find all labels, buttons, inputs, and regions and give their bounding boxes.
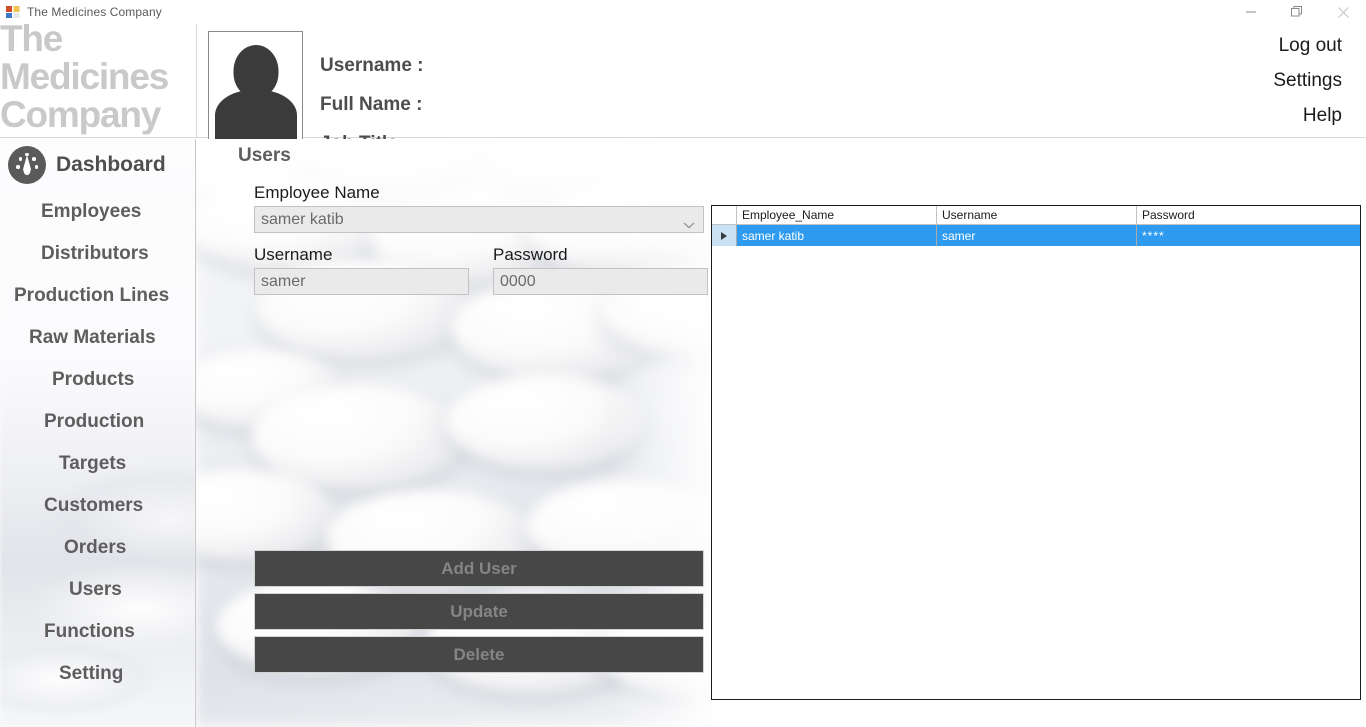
grid-header-row: Employee_Name Username Password xyxy=(712,206,1360,225)
sidebar-item-label: Targets xyxy=(59,453,127,474)
row-caret-icon xyxy=(721,231,727,240)
user-silhouette-icon xyxy=(214,41,298,145)
username-field-label: Username xyxy=(254,245,333,264)
sidebar-item-label: Production xyxy=(44,411,145,432)
sidebar-item-targets[interactable]: Targets xyxy=(0,443,196,485)
page-title: Users xyxy=(238,145,291,166)
cell-password[interactable]: **** xyxy=(1137,225,1360,246)
logout-link[interactable]: Log out xyxy=(1273,28,1342,63)
header-divider xyxy=(196,24,197,138)
sidebar-item-orders[interactable]: Orders xyxy=(0,527,196,569)
users-data-grid[interactable]: Employee_Name Username Password samer ka… xyxy=(711,205,1361,700)
update-button[interactable]: Update xyxy=(254,593,704,630)
sidebar-item-label: Customers xyxy=(44,495,144,516)
password-input[interactable]: 0000 xyxy=(493,268,708,295)
title-bar: The Medicines Company xyxy=(0,0,1366,24)
logo-line-3: Company xyxy=(0,94,161,135)
grid-header-selector xyxy=(712,206,737,224)
main-content: Users Employee Name samer katib Username… xyxy=(196,139,1366,727)
cell-username[interactable]: samer xyxy=(937,225,1137,246)
header-links: Log out Settings Help xyxy=(1273,28,1342,133)
settings-link[interactable]: Settings xyxy=(1273,63,1342,98)
sidebar-item-label: Dashboard xyxy=(56,153,166,176)
sidebar-item-products[interactable]: Products xyxy=(0,359,196,401)
sidebar-item-raw-materials[interactable]: Raw Materials xyxy=(0,317,196,359)
sidebar-item-label: Production Lines xyxy=(14,285,170,306)
chevron-down-icon xyxy=(683,216,695,228)
sidebar-nav: Dashboard Employees Distributors Product… xyxy=(0,139,196,695)
employee-name-select[interactable]: samer katib xyxy=(254,206,704,233)
sidebar-item-label: Functions xyxy=(44,621,135,642)
logo-line-2: Medicines xyxy=(0,56,169,97)
sidebar-item-users[interactable]: Users xyxy=(0,569,196,611)
sidebar-item-label: Distributors xyxy=(41,243,149,264)
password-value: 0000 xyxy=(500,272,536,290)
window-title: The Medicines Company xyxy=(27,5,162,19)
username-label: Username : xyxy=(320,55,424,76)
username-input[interactable]: samer xyxy=(254,268,469,295)
sidebar-item-label: Raw Materials xyxy=(29,327,156,348)
employee-name-value: samer katib xyxy=(261,210,344,228)
cell-employee-name[interactable]: samer katib xyxy=(737,225,937,246)
sidebar-item-customers[interactable]: Customers xyxy=(0,485,196,527)
grid-header-password[interactable]: Password xyxy=(1137,206,1360,224)
table-row[interactable]: samer katib samer **** xyxy=(712,225,1360,246)
header-band: The Medicines Company Username : Full Na… xyxy=(0,20,1366,154)
sidebar-item-label: Orders xyxy=(64,537,127,558)
gauge-icon xyxy=(8,146,46,184)
sidebar-item-label: Setting xyxy=(59,663,124,684)
sidebar-item-label: Products xyxy=(52,369,135,390)
grid-header-username[interactable]: Username xyxy=(937,206,1137,224)
sidebar-item-production-lines[interactable]: Production Lines xyxy=(0,275,196,317)
sidebar: Dashboard Employees Distributors Product… xyxy=(0,139,196,727)
sidebar-item-employees[interactable]: Employees xyxy=(0,191,196,233)
sidebar-item-functions[interactable]: Functions xyxy=(0,611,196,653)
username-value: samer xyxy=(261,272,306,290)
sidebar-item-distributors[interactable]: Distributors xyxy=(0,233,196,275)
grid-header-employee-name[interactable]: Employee_Name xyxy=(737,206,937,224)
minimize-button[interactable] xyxy=(1228,0,1274,24)
company-logo: The Medicines Company xyxy=(0,20,196,134)
application-window: The Medicines Company The Medicines Comp… xyxy=(0,0,1366,727)
close-button[interactable] xyxy=(1320,0,1366,24)
sidebar-item-setting[interactable]: Setting xyxy=(0,653,196,695)
sidebar-item-dashboard[interactable]: Dashboard xyxy=(0,139,196,191)
password-field-label: Password xyxy=(493,245,568,264)
help-link[interactable]: Help xyxy=(1273,98,1342,133)
logo-line-1: The xyxy=(0,18,63,59)
avatar xyxy=(208,31,303,146)
employee-name-label: Employee Name xyxy=(254,183,380,202)
sidebar-item-production[interactable]: Production xyxy=(0,401,196,443)
restore-button[interactable] xyxy=(1274,0,1320,24)
sidebar-item-label: Users xyxy=(69,579,122,600)
add-user-button[interactable]: Add User xyxy=(254,550,704,587)
delete-button[interactable]: Delete xyxy=(254,636,704,673)
sidebar-item-label: Employees xyxy=(41,201,142,222)
row-selector-cell[interactable] xyxy=(712,225,737,246)
window-controls xyxy=(1228,0,1366,24)
fullname-label: Full Name : xyxy=(320,94,423,115)
